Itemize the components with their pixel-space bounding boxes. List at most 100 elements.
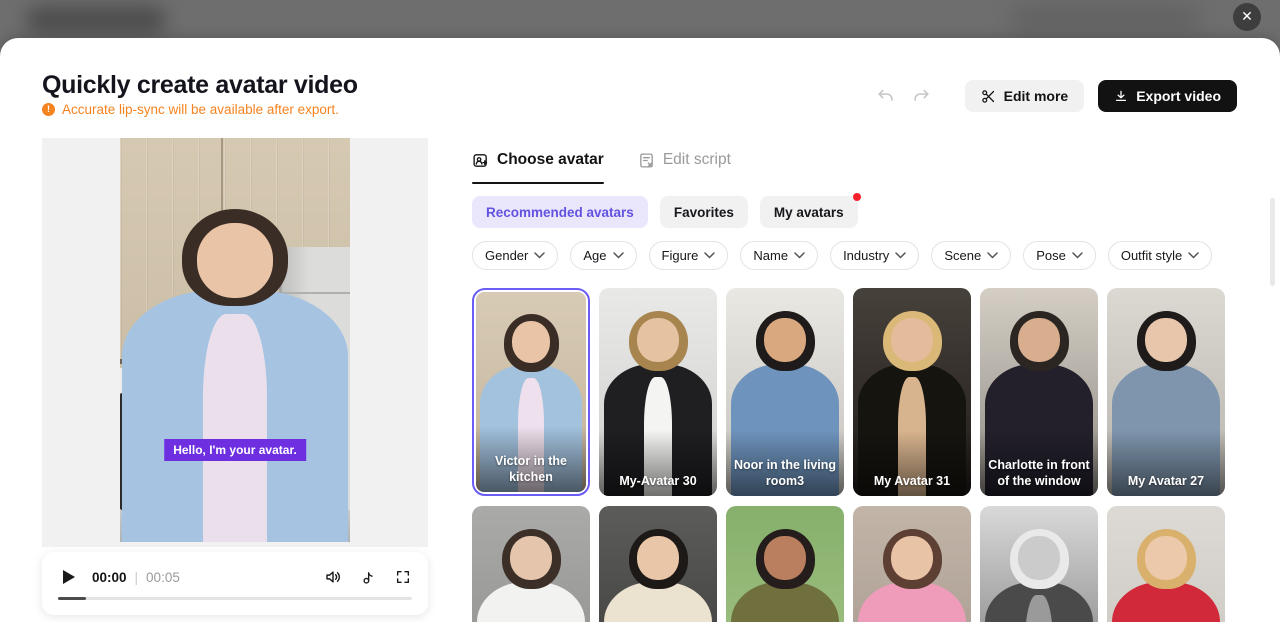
avatar-card[interactable]: My-Avatar 30 (599, 288, 717, 496)
undo-icon (876, 87, 895, 106)
tab-choose-avatar[interactable]: Choose avatar (472, 148, 604, 172)
filter-pose[interactable]: Pose (1023, 241, 1096, 270)
chevron-down-icon (704, 252, 715, 259)
chevron-down-icon (613, 252, 624, 259)
play-icon (62, 569, 76, 585)
filter-label: Figure (662, 248, 699, 263)
avatar-tee (203, 314, 267, 542)
avatar-photo (1107, 506, 1225, 622)
avatar-category-pills: Recommended avatars Favorites My avatars (472, 196, 858, 228)
avatar-name: My Avatar 27 (1111, 473, 1221, 489)
edit-more-label: Edit more (1004, 88, 1069, 104)
filter-label: Pose (1036, 248, 1066, 263)
avatar-photo (476, 292, 586, 492)
avatar-name: Victor in the kitchen (480, 453, 582, 486)
header-actions: Edit more Export video (875, 80, 1237, 112)
export-video-label: Export video (1136, 88, 1221, 104)
avatar-card[interactable]: My Avatar 31 (853, 288, 971, 496)
edit-script-icon (638, 152, 655, 169)
avatar-name: Charlotte in front of the window (984, 457, 1094, 490)
time-display: 00:00 | 00:05 (92, 570, 180, 585)
avatar-photo (980, 506, 1098, 622)
avatar-card[interactable] (1107, 506, 1225, 622)
chevron-down-icon (534, 252, 545, 259)
filter-label: Gender (485, 248, 528, 263)
time-divider: | (135, 570, 139, 585)
avatar-card[interactable]: My Avatar 27 (1107, 288, 1225, 496)
filter-gender[interactable]: Gender (472, 241, 558, 270)
avatar-video-modal: Quickly create avatar video Accurate lip… (0, 38, 1280, 622)
avatar-card[interactable]: Noor in the living room3 (726, 288, 844, 496)
avatar-card[interactable]: Charlotte in front of the window (980, 288, 1098, 496)
pill-my-avatars[interactable]: My avatars (760, 196, 858, 228)
speaker-icon (324, 568, 342, 586)
total-time: 00:05 (146, 570, 180, 585)
tab-label: Edit script (663, 151, 731, 169)
close-button[interactable]: ✕ (1233, 3, 1261, 31)
redo-icon (912, 87, 931, 106)
filter-bar: Gender Age Figure Name Industry Scene Po… (472, 241, 1212, 270)
blurred-logo (26, 6, 166, 34)
pill-favorites[interactable]: Favorites (660, 196, 748, 228)
filter-name[interactable]: Name (740, 241, 818, 270)
filter-age[interactable]: Age (570, 241, 636, 270)
avatar-card[interactable] (472, 506, 590, 622)
filter-figure[interactable]: Figure (649, 241, 729, 270)
chevron-down-icon (895, 252, 906, 259)
filter-label: Outfit style (1121, 248, 1182, 263)
download-icon (1114, 89, 1128, 103)
tab-edit-script[interactable]: Edit script (638, 148, 731, 172)
video-player-bar: 00:00 | 00:05 (42, 552, 428, 615)
filter-label: Age (583, 248, 606, 263)
notification-dot (853, 193, 861, 201)
voice-effect-button[interactable] (359, 568, 377, 586)
fullscreen-button[interactable] (394, 568, 412, 586)
progress-played (58, 597, 86, 600)
pill-label: Favorites (674, 205, 734, 220)
choose-avatar-icon (472, 152, 489, 169)
label-shade (476, 426, 586, 492)
avatar-card[interactable]: Victor in the kitchen (472, 288, 590, 496)
tabs: Choose avatar Edit script (472, 148, 731, 172)
play-button[interactable] (60, 568, 78, 586)
seek-bar[interactable] (58, 597, 412, 600)
chevron-down-icon (987, 252, 998, 259)
filter-scene[interactable]: Scene (931, 241, 1011, 270)
filter-label: Scene (944, 248, 981, 263)
volume-button[interactable] (324, 568, 342, 586)
pill-recommended-avatars[interactable]: Recommended avatars (472, 196, 648, 228)
filter-label: Name (753, 248, 788, 263)
avatar-name: My-Avatar 30 (603, 473, 713, 489)
avatar-card[interactable] (726, 506, 844, 622)
screen: ✕ Quickly create avatar video Accurate l… (0, 0, 1280, 622)
avatar-name: Noor in the living room3 (730, 457, 840, 490)
export-video-button[interactable]: Export video (1098, 80, 1237, 112)
avatar-photo (726, 506, 844, 622)
avatar-face (197, 223, 273, 298)
avatar-photo (599, 506, 717, 622)
filter-label: Industry (843, 248, 889, 263)
avatar-photo (853, 506, 971, 622)
avatar-photo (472, 506, 590, 622)
blurred-toolbar-area (1010, 6, 1200, 32)
filter-industry[interactable]: Industry (830, 241, 919, 270)
edit-more-button[interactable]: Edit more (965, 80, 1085, 112)
music-note-icon (360, 569, 377, 586)
lip-sync-notice: Accurate lip-sync will be available afte… (42, 102, 339, 117)
info-icon (42, 103, 55, 116)
page-title: Quickly create avatar video (42, 71, 358, 100)
video-preview: Hello, I'm your avatar. (120, 138, 350, 542)
redo-button[interactable] (911, 85, 933, 107)
fullscreen-icon (395, 569, 411, 585)
avatar-card[interactable] (853, 506, 971, 622)
subtitle-caption: Hello, I'm your avatar. (164, 439, 306, 461)
avatar-card[interactable] (599, 506, 717, 622)
filter-outfit-style[interactable]: Outfit style (1108, 241, 1212, 270)
avatar-card[interactable] (980, 506, 1098, 622)
scrollbar-thumb[interactable] (1270, 198, 1275, 286)
pill-label: Recommended avatars (486, 205, 634, 220)
scissors-icon (981, 89, 996, 104)
undo-button[interactable] (875, 85, 897, 107)
avatar-name: My Avatar 31 (857, 473, 967, 489)
tab-label: Choose avatar (497, 151, 604, 169)
